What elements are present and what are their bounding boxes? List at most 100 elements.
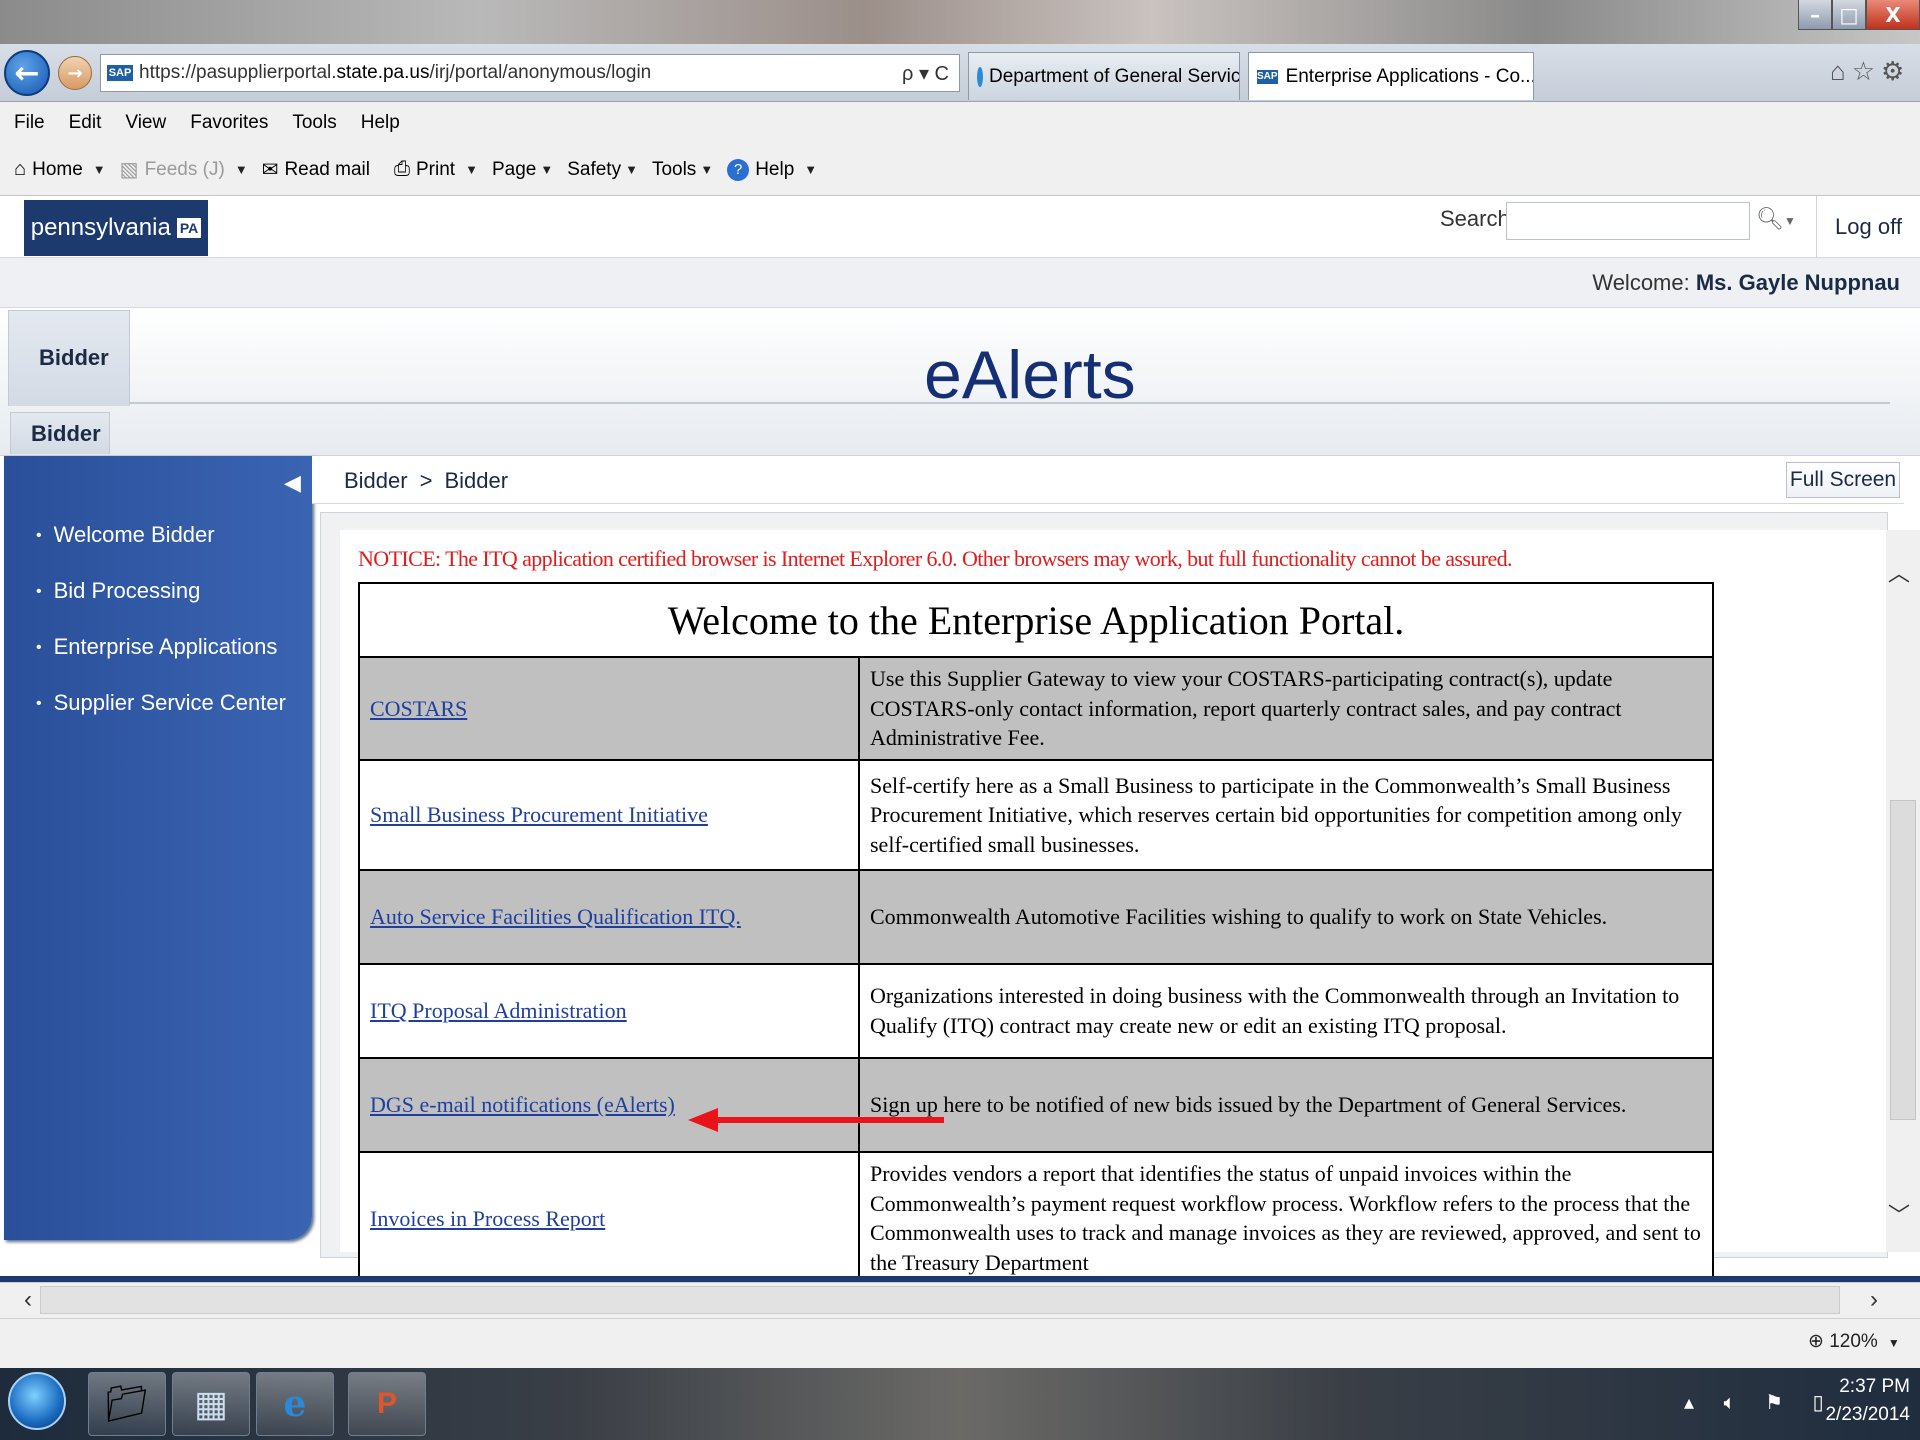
- table-row: DGS e-mail notifications (eAlerts) Sign …: [358, 1057, 1714, 1154]
- tools-menu-button[interactable]: Tools ▼: [652, 159, 713, 181]
- help-menu-button[interactable]: ? Help ▼: [727, 158, 817, 181]
- zoom-level-control[interactable]: ⊕ 120% ▼: [1808, 1330, 1900, 1353]
- app-name-cell: Invoices in Process Report: [358, 1151, 860, 1286]
- pennsylvania-logo: pennsylvania PA: [24, 200, 208, 256]
- table-row: ITQ Proposal Administration Organization…: [358, 963, 1714, 1060]
- print-label: Print: [416, 158, 456, 180]
- remote-desktop-taskbar-icon[interactable]: ▦: [172, 1372, 250, 1436]
- search-icon[interactable]: 🔍︎: [1756, 206, 1784, 232]
- feeds-button[interactable]: ▧ Feeds (J) ▼: [120, 157, 248, 182]
- system-tray-icons[interactable]: ▴ 🔈︎ ⚑ ▯: [1684, 1390, 1836, 1415]
- table-row: Small Business Procurement Initiative Se…: [358, 759, 1714, 872]
- close-window-button[interactable]: X: [1866, 0, 1920, 30]
- menu-file[interactable]: File: [14, 112, 45, 134]
- nav-item-enterprise-applications[interactable]: Enterprise Applications: [36, 634, 278, 660]
- invoices-in-process-link[interactable]: Invoices in Process Report: [370, 1206, 605, 1231]
- menu-view[interactable]: View: [125, 112, 166, 134]
- sub-tab-bidder[interactable]: Bidder: [10, 412, 110, 454]
- table-row: Auto Service Facilities Qualification IT…: [358, 869, 1714, 966]
- printer-icon: ⎙: [394, 158, 410, 180]
- forward-button[interactable]: →: [58, 56, 92, 90]
- chevron-down-icon[interactable]: ▼: [1784, 214, 1796, 228]
- maximize-button[interactable]: □: [1832, 0, 1866, 30]
- breadcrumb-bar: [312, 456, 1904, 504]
- menu-favorites[interactable]: Favorites: [190, 112, 268, 134]
- address-bar[interactable]: SAP https://pasupplierportal. state.pa.us…: [100, 54, 960, 92]
- collapse-panel-icon[interactable]: ◀: [284, 470, 301, 496]
- welcome-bar: Welcome: Ms. Gayle Nuppnau: [0, 258, 1920, 308]
- page-label: Page: [491, 158, 537, 180]
- sap-page-icon: SAP: [1257, 69, 1278, 84]
- top-tab-bidder[interactable]: Bidder: [8, 310, 130, 406]
- breadcrumb: Bidder > Bidder: [344, 468, 508, 494]
- home-button[interactable]: ⌂ Home ▼: [14, 158, 106, 181]
- back-button[interactable]: ←: [4, 50, 50, 96]
- scroll-up-icon[interactable]: ︿: [1888, 556, 1910, 588]
- page-menu-button[interactable]: Page ▼: [492, 159, 553, 181]
- search-refresh-icons[interactable]: ρ ▾ C: [902, 61, 949, 86]
- home-label: Home: [32, 158, 83, 180]
- costars-link[interactable]: COSTARS: [370, 696, 467, 721]
- safety-label: Safety: [567, 158, 622, 180]
- url-path: /irj/portal/anonymous/login: [429, 62, 652, 83]
- annotation-arrow-icon: [688, 1108, 944, 1132]
- horizontal-scroll-thumb[interactable]: [40, 1286, 1840, 1314]
- ealerts-overlay-title: eAlerts: [924, 337, 1136, 413]
- read-mail-button[interactable]: ✉ Read mail: [262, 157, 370, 182]
- chevron-down-icon[interactable]: ▼: [93, 162, 106, 177]
- minimize-button[interactable]: –: [1798, 0, 1832, 30]
- dgs-ealerts-link[interactable]: DGS e-mail notifications (eAlerts): [370, 1092, 675, 1117]
- nav-item-welcome-bidder[interactable]: Welcome Bidder: [36, 522, 215, 548]
- breadcrumb-item[interactable]: Bidder: [444, 468, 508, 493]
- menu-edit[interactable]: Edit: [69, 112, 102, 134]
- home-favorites-settings-icons[interactable]: ⌂☆⚙: [1830, 56, 1910, 87]
- ie-page-icon: [977, 66, 983, 87]
- search-input[interactable]: [1506, 202, 1750, 240]
- internet-explorer-taskbar-icon[interactable]: e: [256, 1372, 334, 1436]
- app-description: Organizations interested in doing busine…: [858, 963, 1714, 1060]
- app-description: Provides vendors a report that identifie…: [858, 1151, 1714, 1286]
- tab-label: Department of General Services: [989, 65, 1240, 87]
- vertical-scroll-thumb[interactable]: [1890, 800, 1916, 1120]
- url-prefix: https://pasupplierportal.: [139, 62, 337, 83]
- print-button[interactable]: ⎙ Print ▼: [394, 158, 478, 181]
- start-button[interactable]: [8, 1372, 66, 1430]
- forward-arrow-icon: →: [67, 62, 83, 84]
- back-arrow-icon: ←: [14, 55, 40, 91]
- clock-time[interactable]: 2:37 PM: [1830, 1376, 1910, 1398]
- window-title-bar: [0, 0, 1920, 44]
- url-domain: state.pa.us: [336, 62, 430, 83]
- tab-enterprise-applications[interactable]: SAP Enterprise Applications - Co... ×: [1248, 52, 1534, 100]
- sap-site-icon: SAP: [107, 65, 133, 81]
- scroll-right-icon[interactable]: ›: [1870, 1286, 1878, 1314]
- zoom-icon: ⊕: [1808, 1331, 1830, 1352]
- powerpoint-taskbar-icon[interactable]: P: [348, 1372, 426, 1436]
- chevron-down-icon[interactable]: ▼: [235, 162, 248, 177]
- full-screen-button[interactable]: Full Screen: [1786, 462, 1900, 498]
- menu-tools[interactable]: Tools: [292, 112, 336, 134]
- read-mail-label: Read mail: [284, 158, 370, 180]
- scroll-down-icon[interactable]: ﹀: [1888, 1198, 1910, 1230]
- safety-menu-button[interactable]: Safety ▼: [567, 159, 638, 181]
- scroll-left-icon[interactable]: ‹: [24, 1286, 32, 1314]
- browser-notice: NOTICE: The ITQ application certified br…: [358, 546, 1513, 571]
- logo-text: pennsylvania: [30, 214, 171, 241]
- log-off-link[interactable]: Log off: [1816, 196, 1920, 258]
- feeds-label: Feeds (J): [144, 158, 225, 180]
- applications-table: COSTARS Use this Supplier Gateway to vie…: [358, 655, 1714, 1286]
- search-label: Search:: [1440, 206, 1516, 231]
- help-icon: ?: [727, 158, 750, 181]
- chevron-down-icon[interactable]: ▼: [465, 162, 478, 177]
- nav-item-bid-processing[interactable]: Bid Processing: [36, 578, 201, 604]
- nav-item-supplier-service-center[interactable]: Supplier Service Center: [36, 690, 286, 716]
- clock-date[interactable]: 2/23/2014: [1820, 1404, 1910, 1426]
- auto-service-facilities-link[interactable]: Auto Service Facilities Qualification IT…: [370, 904, 741, 929]
- menu-help[interactable]: Help: [361, 112, 400, 134]
- file-explorer-taskbar-icon[interactable]: 📁︎: [88, 1372, 166, 1436]
- tab-department-of-general-services[interactable]: Department of General Services: [968, 52, 1240, 100]
- itq-proposal-administration-link[interactable]: ITQ Proposal Administration: [370, 998, 627, 1023]
- small-business-procurement-link[interactable]: Small Business Procurement Initiative: [370, 802, 708, 827]
- chevron-down-icon: ▼: [625, 162, 638, 177]
- breadcrumb-item[interactable]: Bidder: [344, 468, 408, 493]
- help-label: Help: [755, 158, 795, 180]
